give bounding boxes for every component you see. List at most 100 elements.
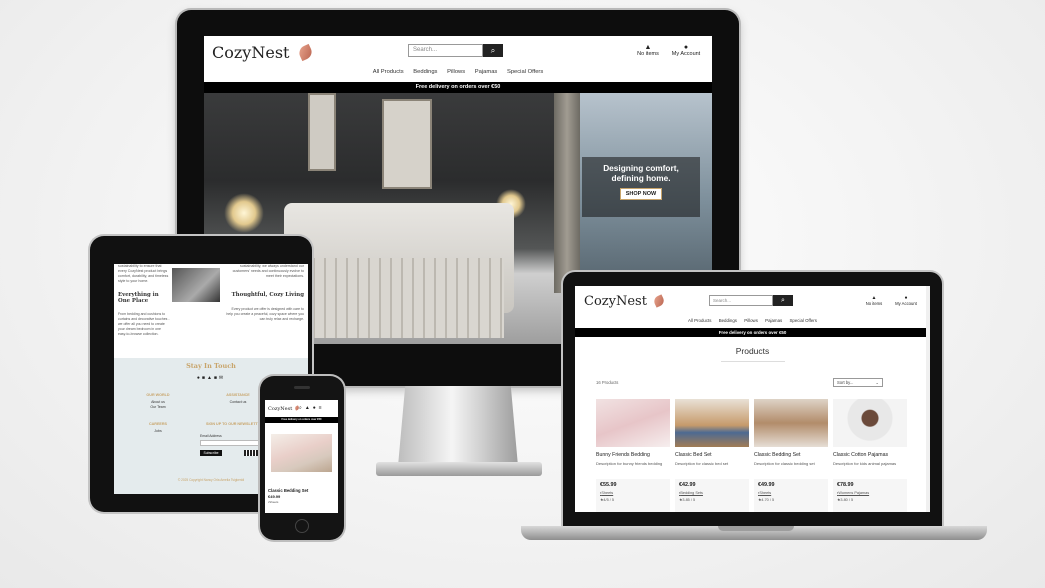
laptop-account-label: My Account [895,301,917,306]
laptop-search-button[interactable]: ⌕ [773,295,793,306]
footer-about-us[interactable]: About us [138,400,178,404]
nav-pillows[interactable]: Pillows [447,69,465,75]
search-icon: ⌕ [490,46,496,55]
account-link[interactable]: ● My Account [666,44,706,57]
nav-beddings[interactable]: Beddings [413,69,437,75]
footer-careers: CAREERS [148,422,168,426]
phone-speaker [294,386,310,389]
nav-special-offers[interactable]: Special Offers [789,318,817,323]
product-image[interactable] [754,399,828,447]
product-rating: ★4/5 / 5 [600,498,614,502]
hero-headline: Designing comfort, defining home. [603,163,679,183]
product-category[interactable]: ▪Bedding Sets [679,491,703,495]
twitter-icon[interactable]: ▲ [207,375,214,381]
product-image[interactable] [675,399,749,447]
product-price: €42.99 [679,482,696,488]
product-price: €49.99 [758,482,775,488]
search-button[interactable]: ⌕ [483,44,503,57]
laptop-header: CozyNest Search... ⌕ ▲ No items ● My Acc… [575,286,930,316]
product-rating: ★4.70 / 5 [758,498,775,502]
wall-art-center [382,99,432,189]
social-icons: ●■▲■✉ [174,375,248,381]
product-category[interactable]: ▪Sheets [758,491,771,495]
footer-jobs[interactable]: Jobs [138,429,178,433]
bag-link[interactable]: ▲ No items [634,44,662,57]
phone-product-category[interactable]: ▪Sheets [268,500,278,504]
imac-stand-foot [376,462,542,476]
product-price: €55.99 [600,482,617,488]
laptop-account-link[interactable]: ● My Account [891,295,921,306]
brand-logo[interactable]: CozyNest [212,43,314,62]
laptop-nav: All Products Beddings Pillows Pajamas Sp… [575,318,930,323]
phone-promo-banner: Free delivery on orders over €50 [265,417,338,423]
phone-brand-logo[interactable]: CozyNest [268,405,300,412]
nav-pajamas[interactable]: Pajamas [475,69,498,75]
brand-name: CozyNest [212,43,290,62]
nav-pillows[interactable]: Pillows [744,318,758,323]
product-image[interactable] [833,399,907,447]
email-icon[interactable]: ✉ [219,375,225,381]
product-card[interactable]: Bunny Friends Bedding Description for bu… [596,399,670,512]
nav-all-products[interactable]: All Products [688,318,711,323]
product-card[interactable]: Classic Bedding Set Description for clas… [754,399,828,512]
phone-screen: CozyNest ⌕▲●≡ Free delivery on orders ov… [265,400,338,513]
products-title: Products [735,346,770,356]
hero-callout: Designing comfort, defining home. SHOP N… [582,157,700,217]
tablet-right-text: Every product we offer is designed with … [226,307,304,321]
product-category[interactable]: ▪Sheets [600,491,613,495]
product-card[interactable]: Classic Cotton Pajamas Description for k… [833,399,907,512]
product-desc: Description for classic bedding set [754,461,815,466]
laptop-search-input[interactable]: Search... [709,295,773,306]
nav-beddings[interactable]: Beddings [719,318,737,323]
laptop-bag-link[interactable]: ▲ No items [863,295,885,306]
search-input[interactable]: Search... [408,44,483,57]
title-divider [721,361,785,362]
account-label: My Account [671,51,701,57]
email-label: Email Address [200,434,222,438]
nav-pajamas[interactable]: Pajamas [765,318,782,323]
product-name[interactable]: Classic Bed Set [675,452,749,458]
menu-icon[interactable]: ≡ [319,405,325,411]
shop-now-button[interactable]: SHOP NOW [620,188,662,200]
search-icon: ⌕ [781,297,785,304]
product-card[interactable]: Classic Bed Set Description for classic … [675,399,749,512]
product-name[interactable]: Classic Bedding Set [754,452,828,458]
phone-home-button[interactable] [295,519,309,533]
product-name[interactable]: Bunny Friends Bedding [596,452,670,458]
subscribe-button[interactable]: Subscribe [200,450,222,456]
chevron-down-icon: ⌄ [875,380,879,385]
bed-footboard [304,258,504,338]
product-count: 16 Products [596,380,619,385]
scrollbar[interactable] [926,286,930,512]
laptop-promo-banner: Free delivery on orders over €50 [575,328,930,337]
phone-product-image[interactable] [271,434,332,472]
laptop-brand-logo[interactable]: CozyNest [584,294,666,309]
product-price: €78.99 [837,482,854,488]
phone-product-name[interactable]: Classic Bedding Set [268,488,308,493]
sort-select[interactable]: Sort by... ⌄ [833,378,883,387]
main-nav: All Products Beddings Pillows Pajamas Sp… [204,69,712,75]
laptop-bag-label: No items [865,301,883,306]
product-desc: Description for bunny friends bedding [596,461,663,466]
nav-special-offers[interactable]: Special Offers [507,69,543,75]
product-image[interactable] [596,399,670,447]
footer-assistance: ASSISTANCE [226,393,250,397]
nav-all-products[interactable]: All Products [373,69,404,75]
user-icon: ● [683,44,689,51]
wall-art-left [308,93,336,171]
phone-product-price: €49.99 [268,494,281,499]
phone-brand-name: CozyNest [268,406,293,412]
product-desc: Description for classic bed set [675,461,729,466]
product-rating: ★3.80 / 5 [837,498,854,502]
product-name[interactable]: Classic Cotton Pajamas [833,452,907,458]
footer-contact-us[interactable]: Contact us [218,400,258,404]
laptop-brand-name: CozyNest [584,294,647,309]
tablet-right-heading: Thoughtful, Cozy Living [231,292,304,298]
product-category[interactable]: ▪Womens Pajamas [837,491,869,495]
tablet-left-heading: Everything in One Place [118,292,159,304]
footer-our-team[interactable]: Our Team [138,405,178,409]
bag-icon[interactable]: ▲ [305,405,313,411]
footer-our-world: OUR WORLD [146,393,170,397]
tablet-left-text: From bedding and cushions to curtains an… [118,312,170,336]
tablet-right-intro: sustainability, we always understand our… [232,264,304,278]
